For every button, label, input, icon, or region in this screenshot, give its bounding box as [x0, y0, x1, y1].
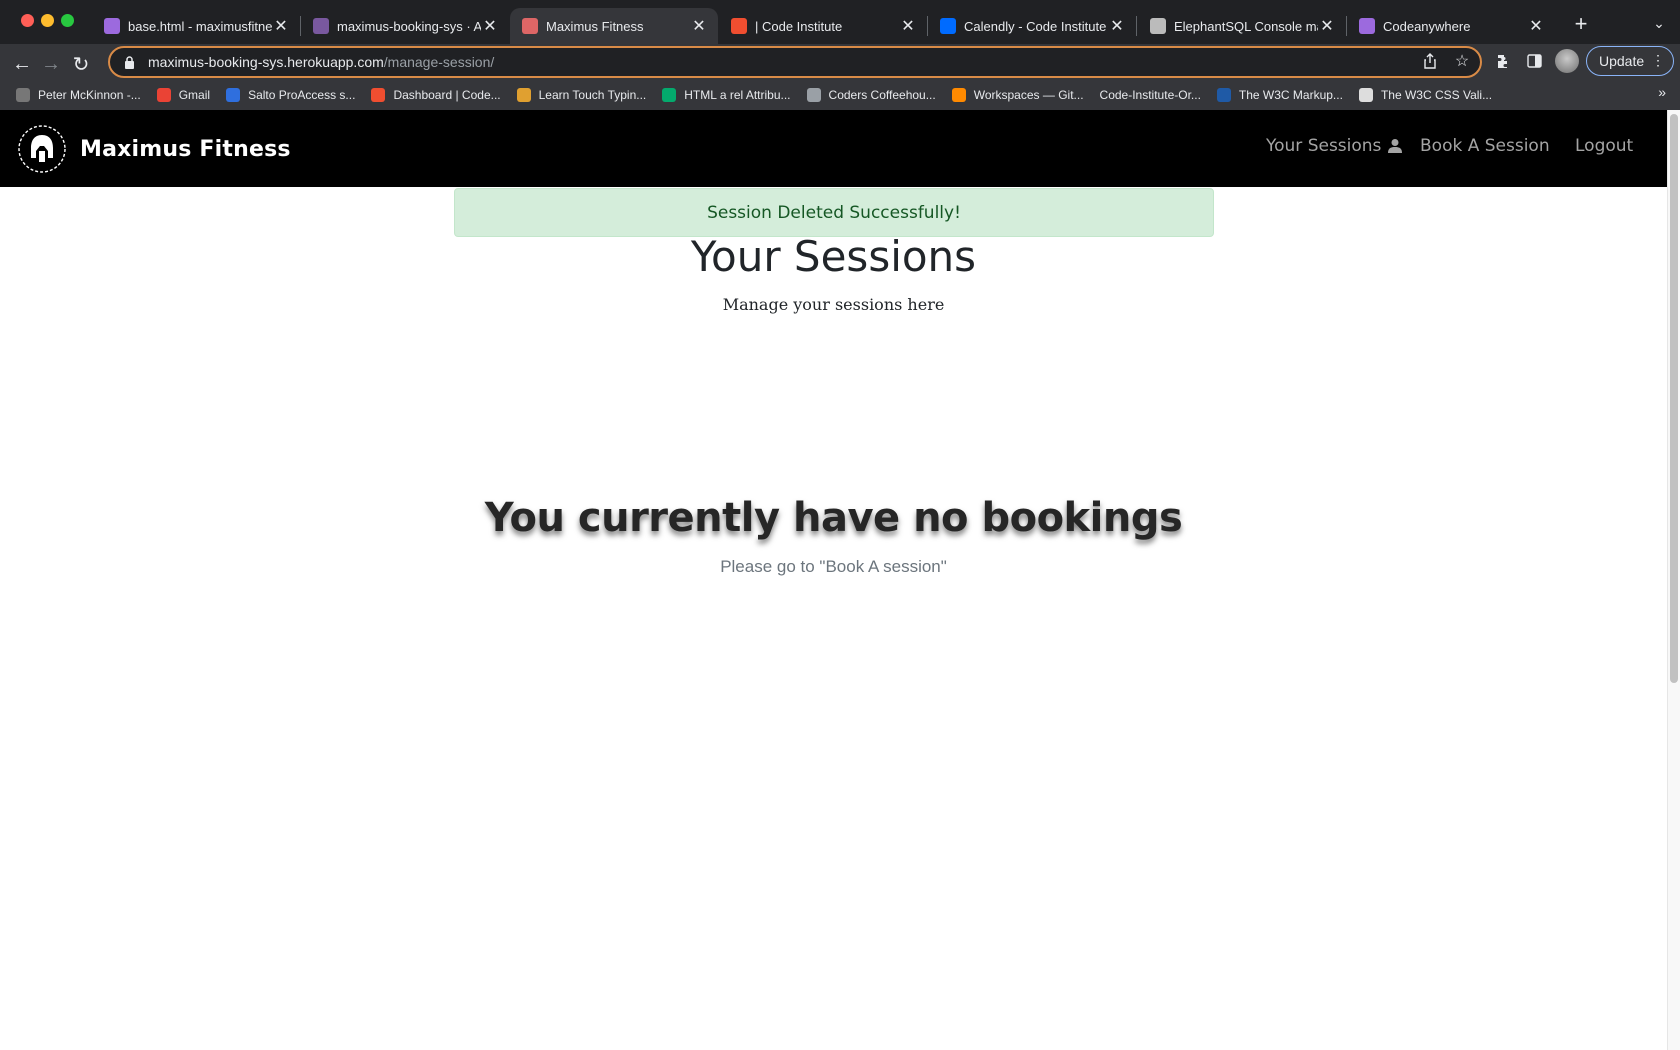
close-tab-icon[interactable]: ✕: [899, 17, 917, 35]
bookmark-label: Code-Institute-Or...: [1099, 88, 1201, 102]
profile-avatar[interactable]: [1555, 49, 1579, 73]
url-path: /manage-session/: [383, 54, 495, 70]
nav-book-a-session[interactable]: Book A Session: [1420, 136, 1550, 156]
new-tab-button[interactable]: +: [1569, 11, 1593, 36]
update-button[interactable]: Update ⋮: [1586, 46, 1674, 76]
window-zoom-button[interactable]: [61, 14, 74, 27]
close-tab-icon[interactable]: ✕: [272, 17, 290, 35]
bookmark-star-icon[interactable]: ☆: [1449, 48, 1475, 74]
bookmark-label: Gmail: [178, 88, 211, 102]
purple-cube-icon: [1359, 18, 1375, 34]
bookmark-item[interactable]: Gmail: [156, 88, 211, 102]
elephant-icon: [1150, 18, 1166, 34]
close-tab-icon[interactable]: ✕: [1527, 17, 1545, 35]
heroku-icon: [313, 18, 329, 34]
address-bar[interactable]: maximus-booking-sys.herokuapp.com/manage…: [108, 46, 1482, 78]
bookmark-item[interactable]: Peter McKinnon -...: [16, 88, 141, 102]
lock-icon: [122, 55, 136, 69]
nav-logout[interactable]: Logout: [1575, 136, 1633, 156]
extensions-icon[interactable]: [1490, 48, 1516, 74]
window-minimize-button[interactable]: [41, 14, 54, 27]
tab-search-chevron-icon[interactable]: ⌄: [1648, 12, 1670, 34]
bookmark-item[interactable]: Salto ProAccess s...: [226, 88, 355, 102]
success-alert: Session Deleted Successfully!: [454, 188, 1214, 237]
maximus-icon: [522, 18, 538, 34]
url-text: maximus-booking-sys.herokuapp.com/manage…: [148, 54, 494, 70]
person-icon: [1388, 139, 1403, 153]
window-close-button[interactable]: [21, 14, 34, 27]
code-institute-icon: [371, 88, 386, 102]
bookmark-label: Peter McKinnon -...: [38, 88, 141, 102]
bookmark-item[interactable]: The W3C CSS Vali...: [1358, 88, 1493, 102]
tab-title: Calendly - Code Institute: [964, 18, 1107, 34]
page-subtitle: Manage your sessions here: [722, 295, 945, 314]
bookmark-label: Salto ProAccess s...: [248, 88, 356, 102]
close-tab-icon[interactable]: ✕: [690, 17, 708, 35]
bookmark-label: Coders Coffeehou...: [828, 88, 936, 102]
bookmark-label: Workspaces — Git...: [973, 88, 1084, 102]
tab-title: ElephantSQL Console ma: [1174, 18, 1318, 34]
bookmark-item[interactable]: Code-Institute-Or...: [1100, 88, 1201, 102]
brand-name: Maximus Fitness: [80, 136, 291, 162]
gitpod-icon: [951, 88, 966, 102]
reload-button[interactable]: ↻: [67, 50, 95, 78]
typing-icon: [516, 88, 531, 102]
scrollbar-thumb[interactable]: [1670, 114, 1678, 683]
bookmark-item[interactable]: Learn Touch Typin...: [516, 88, 647, 102]
globe-icon: [806, 88, 821, 102]
w3c-icon: [1216, 88, 1231, 102]
back-button[interactable]: ←: [8, 50, 36, 78]
bookmark-icon: [16, 88, 30, 102]
more-menu-icon[interactable]: ⋮: [1651, 52, 1665, 69]
browser-tab[interactable]: ElephantSQL Console ma ✕: [1138, 8, 1346, 44]
browser-tab[interactable]: maximus-booking-sys · A ✕: [301, 8, 509, 44]
share-icon[interactable]: [1417, 48, 1443, 74]
forward-button[interactable]: →: [37, 50, 65, 78]
salto-icon: [226, 88, 241, 102]
close-tab-icon[interactable]: ✕: [481, 17, 499, 35]
bookmark-item[interactable]: The W3C Markup...: [1216, 88, 1343, 102]
purple-cube-icon: [104, 18, 120, 34]
tab-title: Maximus Fitness: [546, 18, 644, 34]
tab-separator: [1136, 16, 1137, 36]
empty-state-message: Please go to "Book A session": [720, 557, 947, 576]
bookmark-label: HTML a rel Attribu...: [684, 88, 791, 102]
bookmark-label: The W3C CSS Vali...: [1380, 88, 1493, 102]
brand-link[interactable]: Maximus Fitness: [17, 124, 291, 174]
update-label: Update: [1599, 53, 1645, 69]
tab-title: maximus-booking-sys · A: [337, 18, 481, 34]
bookmark-label: The W3C Markup...: [1238, 88, 1343, 102]
page-title: Your Sessions: [690, 232, 977, 281]
nav-your-sessions-label: Your Sessions: [1266, 136, 1382, 156]
tab-title: | Code Institute: [755, 18, 843, 34]
empty-state-heading: You currently have no bookings: [484, 495, 1183, 541]
tab-title: base.html - maximusfitness: [128, 18, 272, 34]
bookmarks-bar: Peter McKinnon -... Gmail Salto ProAccess …: [0, 80, 1680, 110]
bookmark-item[interactable]: Dashboard | Code...: [371, 88, 501, 102]
url-host: maximus-booking-sys.herokuapp.com: [148, 54, 384, 70]
side-panel-icon[interactable]: [1521, 48, 1547, 74]
close-tab-icon[interactable]: ✕: [1108, 17, 1126, 35]
browser-tab[interactable]: Codeanywhere ✕: [1347, 8, 1555, 44]
w3c-css-icon: [1358, 88, 1373, 102]
bookmark-item[interactable]: Coders Coffeehou...: [806, 88, 936, 102]
tab-title: Codeanywhere: [1383, 18, 1471, 34]
bookmark-label: Dashboard | Code...: [393, 88, 501, 102]
browser-tab[interactable]: Calendly - Code Institute ✕: [928, 8, 1136, 44]
gmail-icon: [156, 88, 171, 102]
bookmarks-overflow-button[interactable]: »: [1658, 84, 1666, 100]
bookmark-item[interactable]: Workspaces — Git...: [951, 88, 1084, 102]
close-tab-icon[interactable]: ✕: [1318, 17, 1336, 35]
bookmark-item[interactable]: HTML a rel Attribu...: [662, 88, 791, 102]
browser-tab[interactable]: base.html - maximusfitness ✕: [92, 8, 300, 44]
w3schools-icon: [662, 88, 677, 102]
calendly-icon: [940, 18, 956, 34]
browser-tab[interactable]: Maximus Fitness ✕: [510, 8, 718, 44]
spartan-helmet-logo-icon: [18, 125, 66, 173]
bookmark-label: Learn Touch Typin...: [538, 88, 647, 102]
nav-your-sessions[interactable]: Your Sessions: [1266, 136, 1403, 156]
code-institute-icon: [731, 18, 747, 34]
browser-tab[interactable]: | Code Institute ✕: [719, 8, 927, 44]
